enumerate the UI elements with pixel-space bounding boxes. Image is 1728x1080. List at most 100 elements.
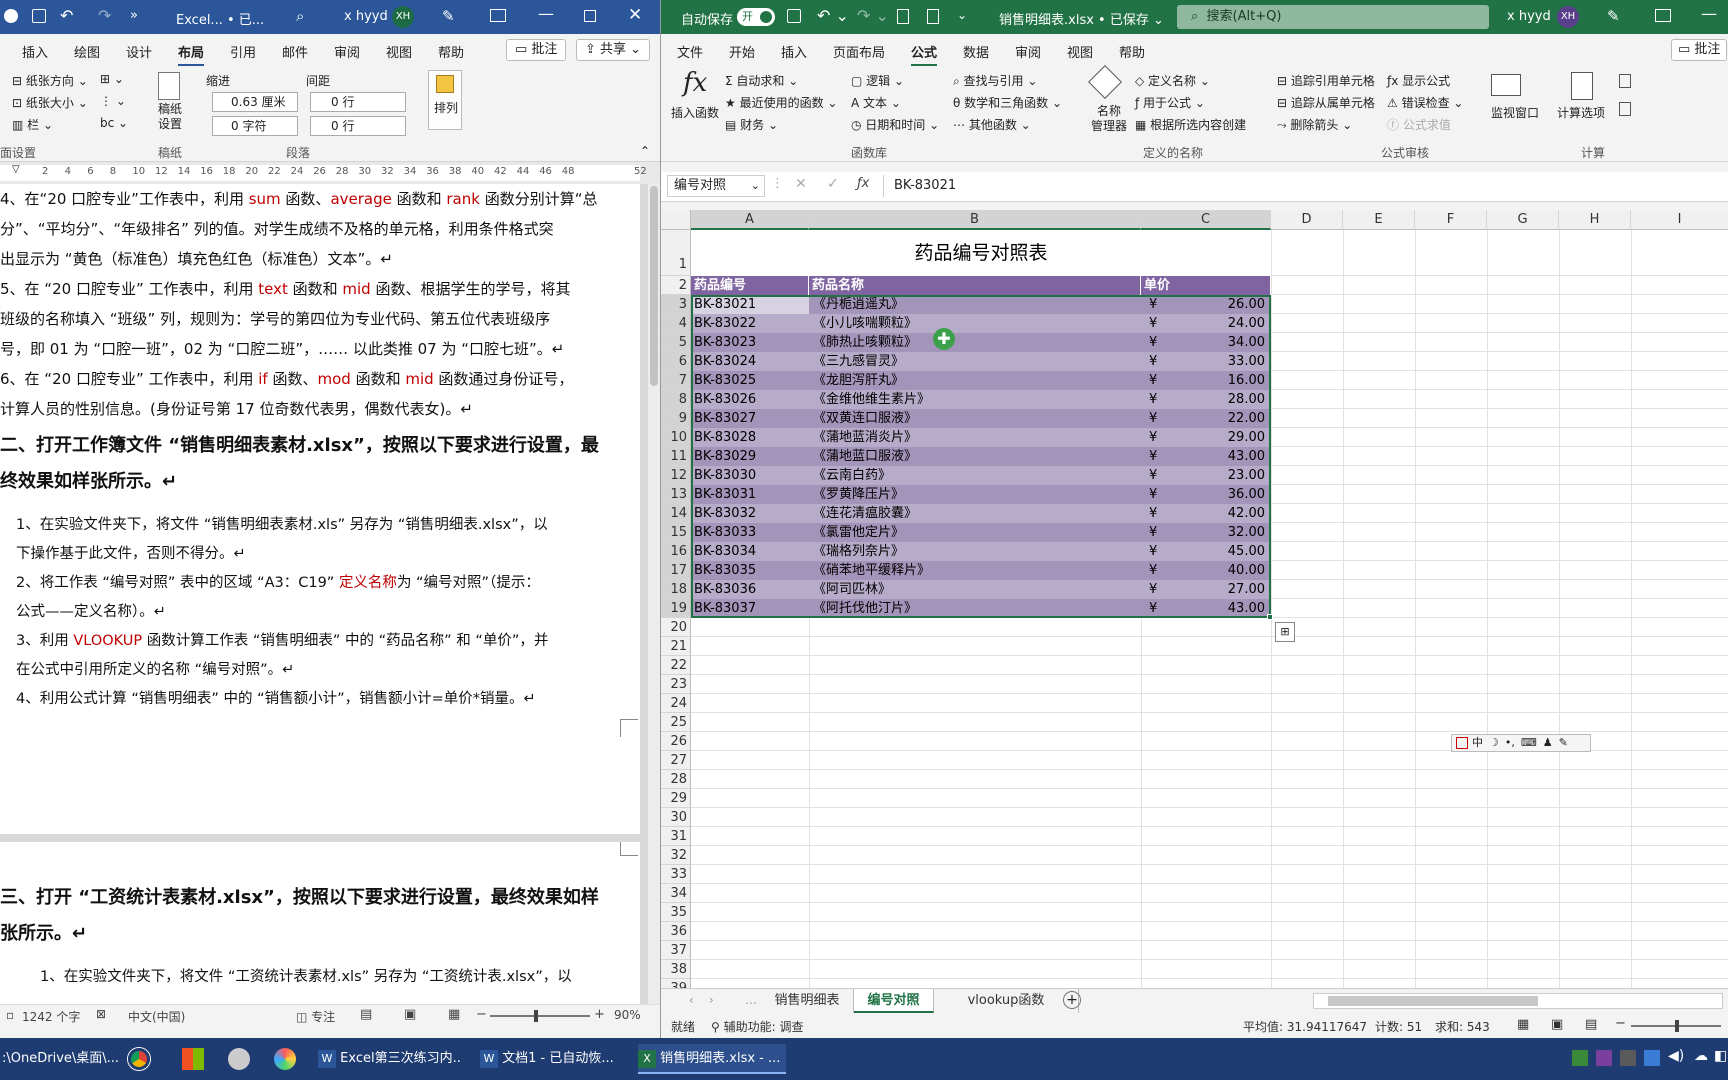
row-header-23[interactable]: 23 bbox=[661, 675, 691, 694]
row-header-2[interactable]: 2 bbox=[661, 276, 691, 295]
manuscript-icon[interactable] bbox=[158, 72, 180, 100]
read-mode-icon[interactable]: ▤ bbox=[360, 1007, 372, 1022]
share-button[interactable]: ⇪ 共享 ⌄ bbox=[576, 39, 651, 61]
row-header-24[interactable]: 24 bbox=[661, 694, 691, 713]
search-box[interactable]: ⌕ 搜索(Alt+Q) bbox=[1177, 5, 1489, 29]
row-header-12[interactable]: 12 bbox=[661, 466, 691, 485]
paper-direction-button[interactable]: ⊟ 纸张方向 ⌄ bbox=[12, 72, 88, 89]
calculation-options-button[interactable]: 计算选项 bbox=[1557, 104, 1605, 121]
recent-functions-button[interactable]: ★ 最近使用的函数 ⌄ bbox=[725, 94, 837, 111]
indent-marker-icon[interactable]: ▽ bbox=[12, 164, 20, 175]
sheet-scroll-left-icon[interactable]: ‹ bbox=[689, 993, 694, 1007]
more-icon[interactable]: … bbox=[745, 993, 757, 1007]
normal-view-icon[interactable]: ▦ bbox=[1517, 1017, 1529, 1032]
pen-icon[interactable]: ✎ bbox=[442, 7, 455, 25]
row-header-21[interactable]: 21 bbox=[661, 637, 691, 656]
save-icon[interactable] bbox=[787, 9, 801, 23]
tab-设计[interactable]: 设计 bbox=[126, 42, 152, 61]
row-header-30[interactable]: 30 bbox=[661, 808, 691, 827]
new-file-icon[interactable] bbox=[897, 9, 909, 24]
minimize-icon[interactable]: — bbox=[538, 4, 554, 23]
redo-icon[interactable]: ↷ ⌄ bbox=[857, 6, 889, 25]
row-header-20[interactable]: 20 bbox=[661, 618, 691, 637]
trace-dependents-button[interactable]: ⊟ 追踪从属单元格 bbox=[1277, 94, 1375, 111]
tab-审阅[interactable]: 审阅 bbox=[334, 42, 360, 61]
row-header-34[interactable]: 34 bbox=[661, 884, 691, 903]
column-header-F[interactable]: F bbox=[1415, 210, 1487, 230]
hyphenation-icon[interactable]: bc ⌄ bbox=[100, 116, 128, 130]
math-button[interactable]: θ 数学和三角函数 ⌄ bbox=[953, 94, 1062, 111]
zoom-slider[interactable] bbox=[1631, 1020, 1721, 1032]
row-header-29[interactable]: 29 bbox=[661, 789, 691, 808]
autosave-toggle[interactable]: 开 bbox=[737, 8, 775, 26]
row-header-6[interactable]: 6 bbox=[661, 352, 691, 371]
row-header-17[interactable]: 17 bbox=[661, 561, 691, 580]
taskbar-item-excel-practice[interactable]: W Excel第三次练习内... bbox=[318, 1044, 462, 1074]
row-header-9[interactable]: 9 bbox=[661, 409, 691, 428]
other-functions-button[interactable]: ⋯ 其他函数 ⌄ bbox=[953, 116, 1031, 133]
average-readout[interactable]: 平均值: 31.94117647 bbox=[1243, 1018, 1367, 1035]
close-icon[interactable]: ✕ bbox=[628, 5, 642, 25]
row-header-36[interactable]: 36 bbox=[661, 922, 691, 941]
insert-function-icon[interactable]: ƒx bbox=[857, 176, 869, 191]
create-from-selection-button[interactable]: ▦ 根据所选内容创建 bbox=[1135, 116, 1246, 133]
zoom-out-icon[interactable]: − bbox=[1615, 1016, 1626, 1031]
tray-icon[interactable] bbox=[1572, 1050, 1588, 1066]
zoom-out-icon[interactable]: − bbox=[476, 1007, 487, 1022]
row-header-1[interactable]: 1 bbox=[661, 230, 691, 276]
row-header-32[interactable]: 32 bbox=[661, 846, 691, 865]
document-area[interactable]: 4、在“20 口腔专业”工作表中，利用 sum 函数、average 函数和 r… bbox=[0, 184, 648, 1004]
focus-button[interactable]: ◫ 专注 bbox=[296, 1008, 335, 1025]
sheet-scroll-right-icon[interactable]: › bbox=[709, 993, 714, 1007]
sheet-tab-销售明细表[interactable]: 销售明细表 bbox=[761, 989, 854, 1013]
word-doc-title[interactable]: Excel... • 已... bbox=[176, 9, 264, 28]
print-layout-icon[interactable]: ▣ bbox=[404, 1007, 416, 1022]
row-header-26[interactable]: 26 bbox=[661, 732, 691, 751]
undo-icon[interactable]: ↶ ⌄ bbox=[817, 6, 849, 25]
quick-analysis-icon[interactable]: ⊞ bbox=[1275, 622, 1295, 642]
horizontal-scrollbar[interactable] bbox=[1313, 993, 1723, 1009]
tray-icon[interactable] bbox=[1644, 1050, 1660, 1066]
name-manager-icon[interactable] bbox=[1088, 65, 1122, 99]
lookup-button[interactable]: ⌕ 查找与引用 ⌄ bbox=[953, 72, 1037, 89]
row-header-39[interactable]: 39 bbox=[661, 979, 691, 988]
accessibility-status[interactable]: ⚲ 辅助功能: 调查 bbox=[711, 1018, 803, 1035]
worksheet-grid[interactable]: A B C D E F G H I 1 2 3 4 5 6 7 8 9 10 11 12 13 14 15 16 17 18 19 20… bbox=[661, 210, 1728, 988]
tab-布局[interactable]: 布局 bbox=[178, 42, 205, 66]
row-header-11[interactable]: 11 bbox=[661, 447, 691, 466]
cloud-icon[interactable]: ☁ bbox=[1694, 1048, 1708, 1064]
ribbon-display-icon[interactable] bbox=[490, 9, 506, 22]
column-header-I[interactable]: I bbox=[1631, 210, 1728, 230]
tab-绘图[interactable]: 绘图 bbox=[74, 42, 100, 61]
browser-icon[interactable] bbox=[274, 1048, 296, 1070]
column-header-H[interactable]: H bbox=[1559, 210, 1631, 230]
zoom-slider-thumb[interactable] bbox=[534, 1010, 538, 1022]
arrange-button[interactable]: 排列 bbox=[428, 70, 462, 130]
scroll-thumb[interactable] bbox=[650, 186, 658, 386]
print-preview-icon[interactable] bbox=[927, 9, 939, 24]
comment-button[interactable]: ▭ 批注 bbox=[506, 39, 567, 61]
tab-数据[interactable]: 数据 bbox=[963, 42, 989, 61]
customize-toolbar-icon[interactable]: ⌄ bbox=[957, 8, 967, 22]
tab-插入[interactable]: 插入 bbox=[781, 42, 807, 61]
row-header-38[interactable]: 38 bbox=[661, 960, 691, 979]
row-header-25[interactable]: 25 bbox=[661, 713, 691, 732]
column-header-E[interactable]: E bbox=[1343, 210, 1415, 230]
sum-readout[interactable]: 求和: 543 bbox=[1435, 1018, 1490, 1035]
row-header-3[interactable]: 3 bbox=[661, 295, 691, 314]
network-icon[interactable]: ◧ bbox=[1714, 1048, 1727, 1064]
formula-input[interactable]: BK-83021 bbox=[883, 175, 1728, 197]
maximize-icon[interactable] bbox=[584, 10, 596, 22]
ime-toolbar[interactable]: 中 ☽ •, ⌨ ♟ ✎ bbox=[1451, 734, 1591, 752]
row-header-13[interactable]: 13 bbox=[661, 485, 691, 504]
margins-icon[interactable]: ⊞ ⌄ bbox=[100, 72, 124, 86]
watch-window-icon[interactable] bbox=[1491, 74, 1521, 96]
web-layout-icon[interactable]: ▦ bbox=[448, 1007, 460, 1022]
columns-button[interactable]: ▥ 栏 ⌄ bbox=[12, 116, 53, 133]
tab-帮助[interactable]: 帮助 bbox=[1119, 42, 1145, 61]
text-button[interactable]: A 文本 ⌄ bbox=[851, 94, 901, 111]
use-in-formula-button[interactable]: ƒ 用于公式 ⌄ bbox=[1135, 94, 1205, 111]
autosave-toggle-icon[interactable] bbox=[4, 9, 18, 23]
calculation-options-icon[interactable] bbox=[1571, 72, 1593, 100]
name-box[interactable]: 编号对照 ⌄ bbox=[667, 175, 765, 197]
